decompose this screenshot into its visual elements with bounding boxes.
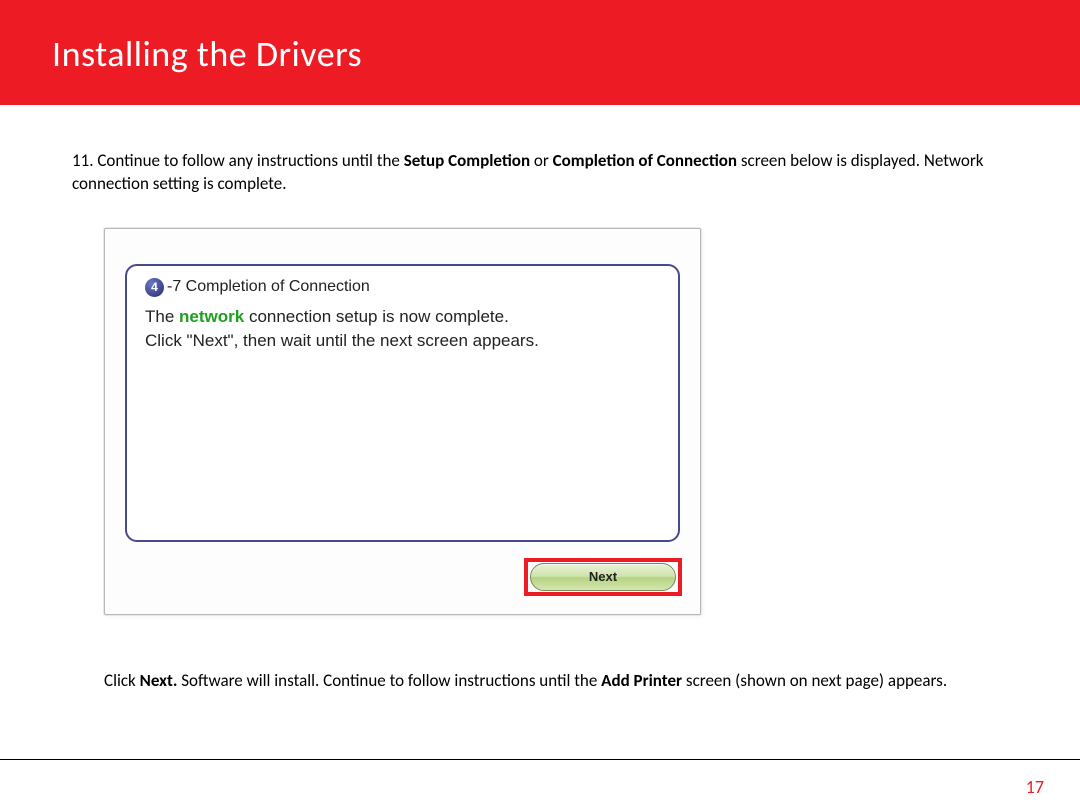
footer: 17 <box>0 759 1080 810</box>
content-area: 11. Continue to follow any instructions … <box>0 105 1080 693</box>
dialog-line-1: The network connection setup is now comp… <box>145 307 660 327</box>
after-mid1: Software will install. Continue to follo… <box>177 670 601 691</box>
step-text-bold2: Completion of Connection <box>553 150 737 171</box>
after-post: screen (shown on next page) appears. <box>682 670 947 691</box>
after-bold1: Next. <box>140 670 178 691</box>
next-button[interactable]: Next <box>530 563 676 591</box>
dialog-step-row: 4 -7 Completion of Connection <box>145 278 660 297</box>
header-bar: Installing the Drivers <box>0 0 1080 105</box>
step-text-mid1: or <box>530 150 553 171</box>
dialog-window: 4 -7 Completion of Connection The networ… <box>104 228 701 615</box>
dialog-step-label: -7 Completion of Connection <box>167 278 370 296</box>
page-number: 17 <box>1026 776 1044 798</box>
after-bold2: Add Printer <box>601 670 682 691</box>
page-title: Installing the Drivers <box>52 0 362 76</box>
dialog-line1-post: connection setup is now complete. <box>244 307 509 326</box>
step-number-icon: 4 <box>145 278 164 297</box>
dialog-line1-pre: The <box>145 307 179 326</box>
dialog-panel: 4 -7 Completion of Connection The networ… <box>125 264 680 542</box>
after-pre1: Click <box>104 670 140 691</box>
step-text-bold1: Setup Completion <box>404 150 530 171</box>
next-button-highlight: Next <box>524 558 682 596</box>
step-instruction: 11. Continue to follow any instructions … <box>72 150 1032 196</box>
step-text-prefix: 11. Continue to follow any instructions … <box>72 150 404 171</box>
after-instruction: Click Next. Software will install. Conti… <box>104 670 984 693</box>
dialog-line-2: Click "Next", then wait until the next s… <box>145 331 660 351</box>
dialog-line1-keyword: network <box>179 307 244 326</box>
